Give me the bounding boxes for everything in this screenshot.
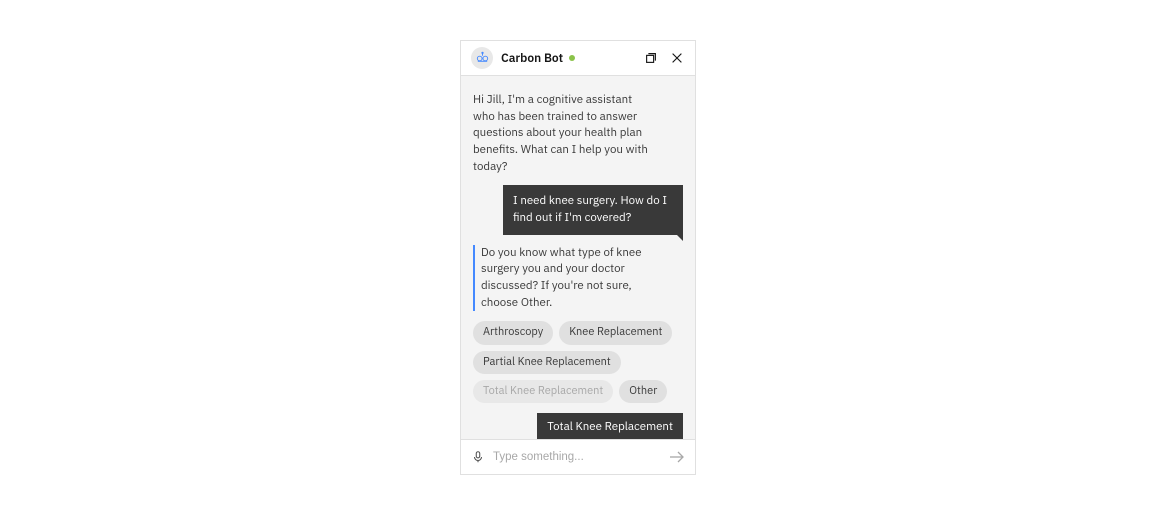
close-icon[interactable] [669, 50, 685, 66]
bot-avatar [471, 47, 493, 69]
user-message-selection: Total Knee Replacement [537, 413, 683, 439]
chip-arthroscopy[interactable]: Arthroscopy [473, 321, 553, 344]
chip-other[interactable]: Other [619, 380, 667, 403]
chat-header: Carbon Bot [461, 41, 695, 76]
chat-body: Hi Jill, I'm a cognitive assistant who h… [461, 76, 695, 439]
chip-total-knee-replacement[interactable]: Total Knee Replacement [473, 380, 613, 403]
bot-message-intro: Hi Jill, I'm a cognitive assistant who h… [473, 92, 648, 175]
user-message-row: Total Knee Replacement [473, 413, 683, 439]
chip-partial-knee-replacement[interactable]: Partial Knee Replacement [473, 351, 621, 374]
user-message: I need knee surgery. How do I find out i… [503, 185, 683, 234]
quick-reply-chips: Arthroscopy Knee Replacement Partial Kne… [473, 321, 683, 403]
status-indicator [569, 55, 575, 61]
microphone-icon[interactable] [471, 450, 485, 464]
chat-window: Carbon Bot Hi Jill, I'm a cognitive assi… [460, 40, 696, 475]
chip-knee-replacement[interactable]: Knee Replacement [559, 321, 672, 344]
message-input[interactable] [485, 451, 669, 463]
pop-out-icon[interactable] [643, 50, 659, 66]
send-icon[interactable] [669, 449, 685, 465]
user-message-row: I need knee surgery. How do I find out i… [473, 185, 683, 234]
bot-name: Carbon Bot [501, 51, 563, 66]
bot-message-question: Do you know what type of knee surgery yo… [473, 245, 656, 312]
chat-input-bar [461, 439, 695, 474]
